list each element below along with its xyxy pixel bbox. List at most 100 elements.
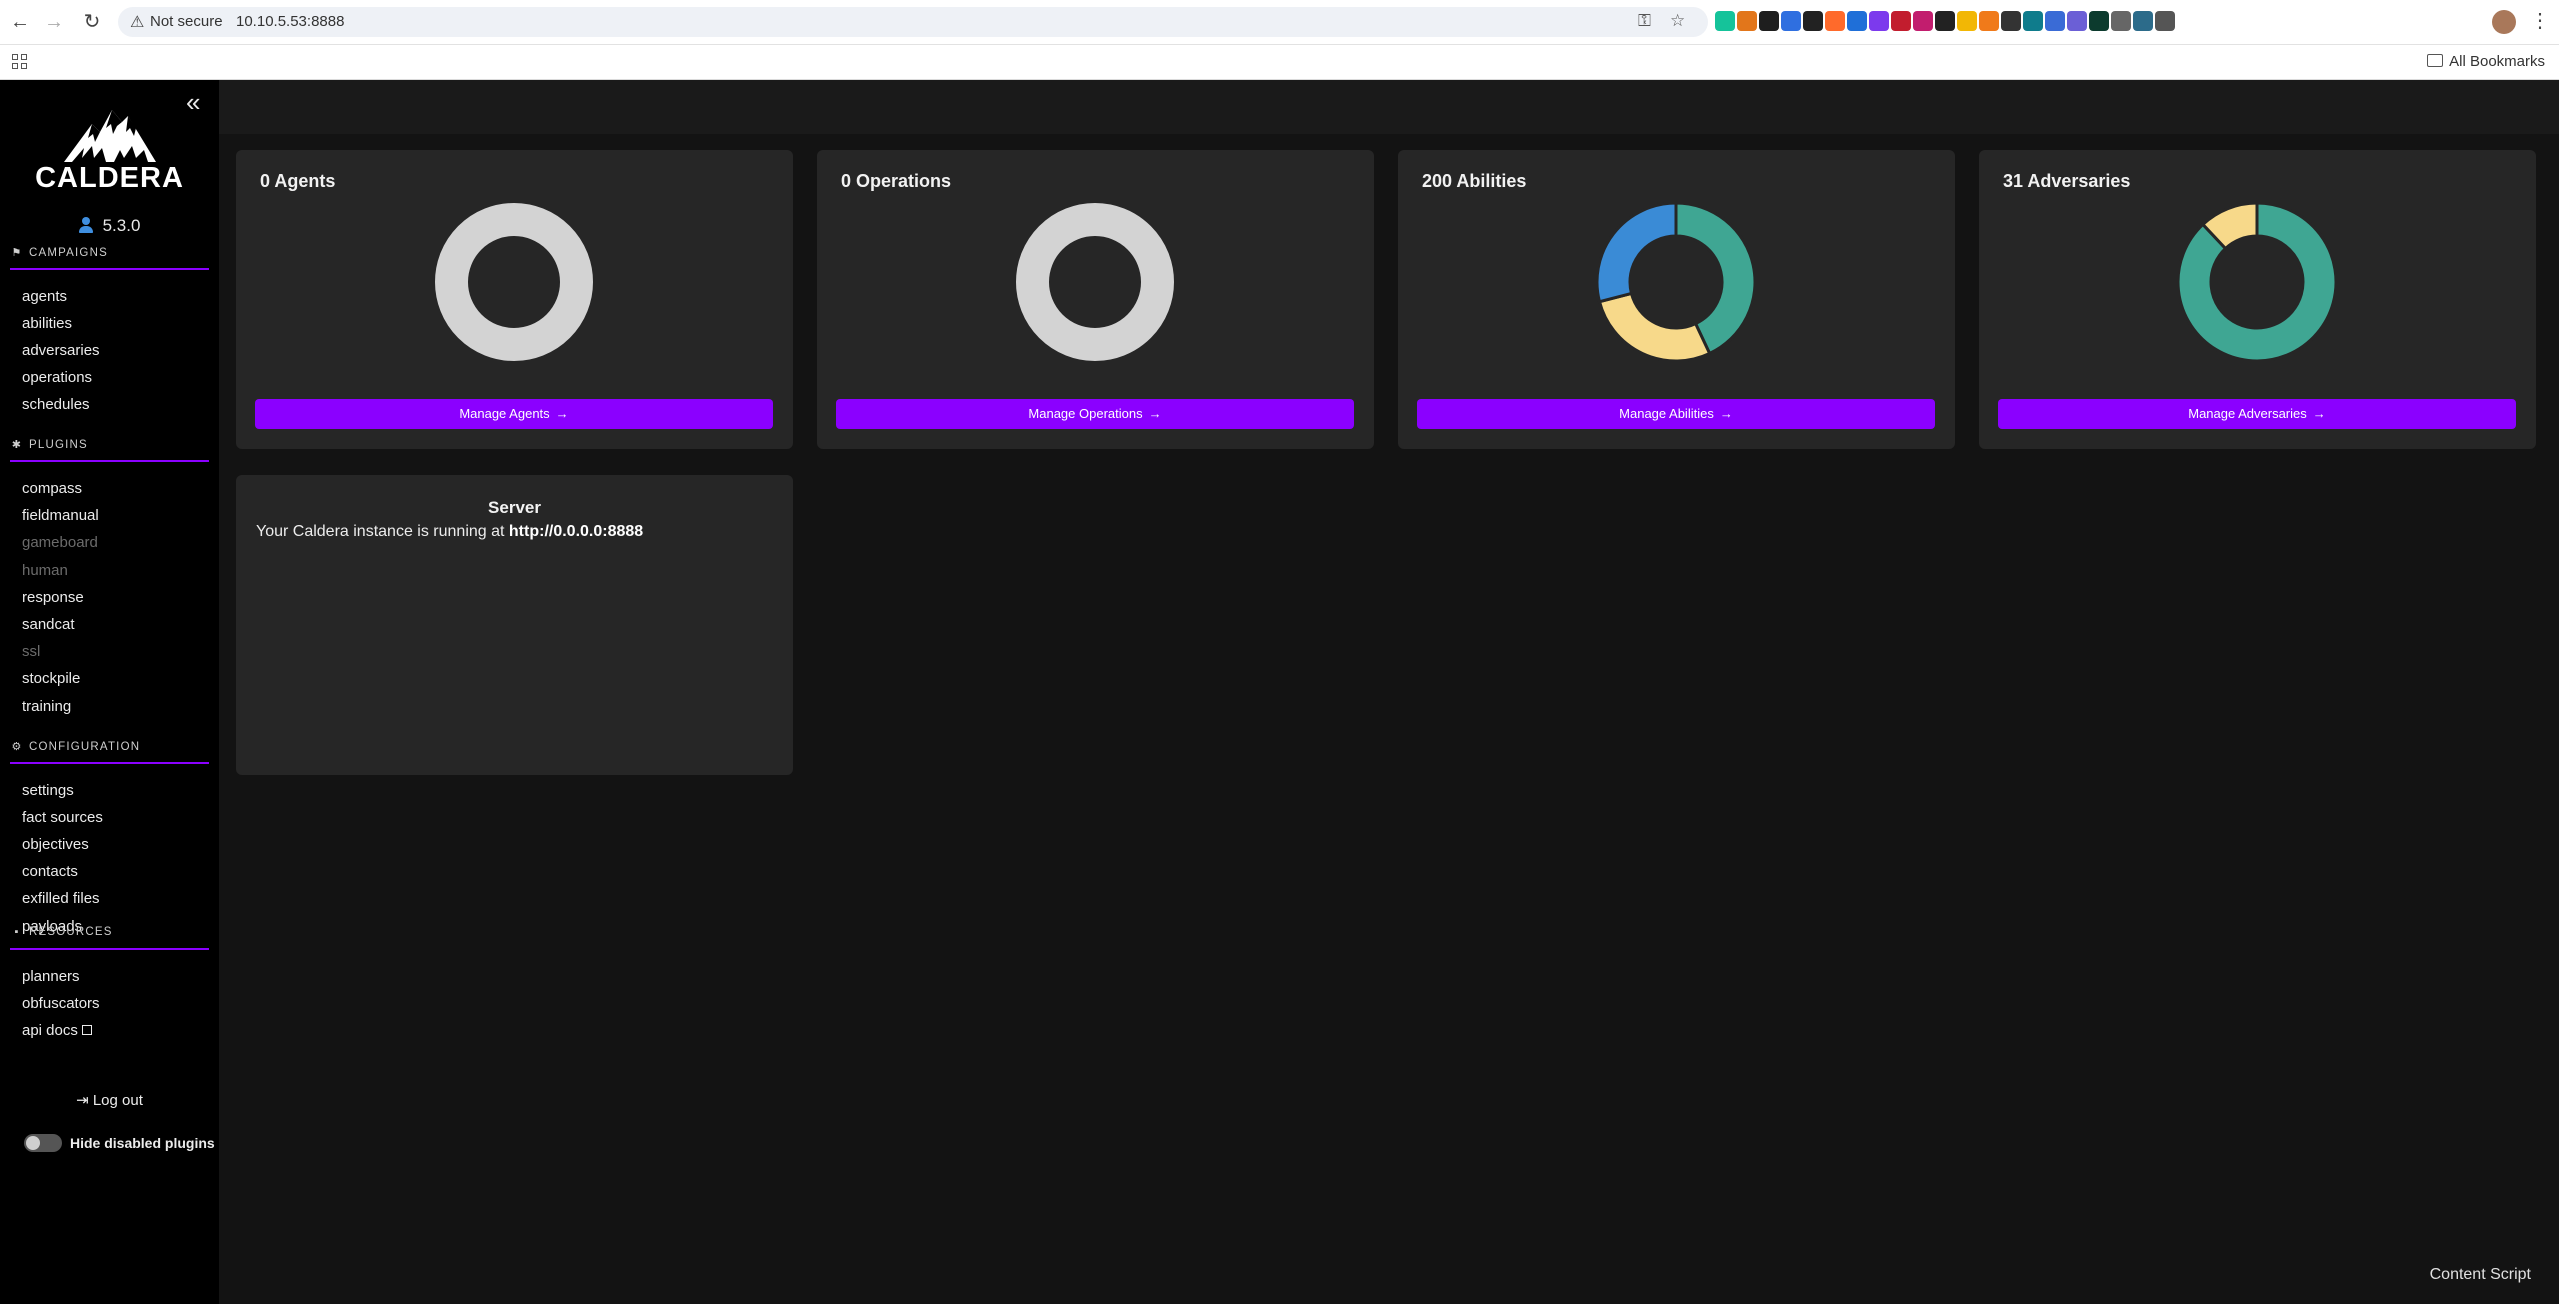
- sidebar-item-label: fact sources: [22, 809, 103, 826]
- profile-avatar[interactable]: [2492, 10, 2516, 34]
- section-plugins: ✱ PLUGINS: [10, 438, 209, 462]
- section-campaigns: ⚑ CAMPAIGNS: [10, 246, 209, 270]
- sidebar-item-contacts[interactable]: contacts: [22, 863, 78, 880]
- sidebar-item-fact-sources[interactable]: fact sources: [22, 809, 103, 826]
- blue-wing-icon[interactable]: [2045, 11, 2065, 31]
- sidebar-item-label: compass: [22, 480, 83, 497]
- sidebar-item-label: settings: [22, 782, 74, 799]
- stat-card: 31 Adversaries Manage Adversaries →: [1979, 150, 2536, 449]
- arrow-right-icon: →: [1719, 406, 1733, 421]
- card-title: 200 Abilities: [1422, 171, 1527, 191]
- sidebar-item-stockpile[interactable]: stockpile: [22, 670, 80, 687]
- sidebar-item-settings[interactable]: settings: [22, 782, 74, 799]
- toggle-knob: [26, 1136, 40, 1150]
- hide-disabled-toggle[interactable]: [24, 1134, 62, 1152]
- checker-icon[interactable]: [1781, 11, 1801, 31]
- url-text[interactable]: 10.10.5.53:8888: [236, 13, 344, 30]
- manage-button-label: Manage Abilities: [1619, 406, 1714, 421]
- metamask-icon[interactable]: [1737, 11, 1757, 31]
- sidebar-item-agents[interactable]: agents: [22, 288, 67, 305]
- colorwheel-icon[interactable]: [1957, 11, 1977, 31]
- terminal-icon[interactable]: [2089, 11, 2109, 31]
- sidebar-item-operations[interactable]: operations: [22, 369, 92, 386]
- section-label-text: PLUGINS: [29, 439, 88, 451]
- puzzle-icon[interactable]: [2155, 11, 2175, 31]
- donut-chart: [1016, 203, 1174, 361]
- card-title: 31 Adversaries: [2003, 171, 2131, 191]
- sidebar-item-obfuscators[interactable]: obfuscators: [22, 995, 100, 1012]
- sidebar-item-exfilled-files[interactable]: exfilled files: [22, 890, 100, 907]
- apps-grid-icon[interactable]: [12, 54, 28, 70]
- logout-button[interactable]: ⇥ Log out: [0, 1091, 219, 1109]
- sidebar-item-label: fieldmanual: [22, 507, 99, 524]
- dots-icon[interactable]: [2001, 11, 2021, 31]
- sidebar-item-label: stockpile: [22, 670, 81, 687]
- sidebar-item-api-docs[interactable]: api docs: [22, 1022, 92, 1039]
- arrow-right-icon: →: [1148, 406, 1162, 421]
- top-bar: [219, 80, 2559, 134]
- logout-label: Log out: [92, 1092, 143, 1109]
- manage-button[interactable]: Manage Agents →: [255, 399, 773, 429]
- key-icon[interactable]: ⚿: [1638, 11, 1651, 31]
- sidebar-item-human[interactable]: human: [22, 562, 68, 579]
- sidebar-item-response[interactable]: response: [22, 589, 84, 606]
- purple-tag-icon[interactable]: [1869, 11, 1889, 31]
- all-bookmarks-button[interactable]: All Bookmarks: [2427, 53, 2545, 70]
- server-card: Server Your Caldera instance is running …: [236, 475, 793, 775]
- donut-segment[interactable]: [1597, 291, 1712, 362]
- sidebar-item-fieldmanual[interactable]: fieldmanual: [22, 507, 99, 524]
- grammarly-icon[interactable]: [1715, 11, 1735, 31]
- bookmark-star-icon[interactable]: ☆: [1670, 11, 1685, 31]
- forward-arrow-icon[interactable]: →: [42, 10, 66, 34]
- sidebar-item-sandcat[interactable]: sandcat: [22, 616, 75, 633]
- browser-menu-icon[interactable]: ⋮: [2530, 8, 2550, 33]
- puzzle-dark-icon[interactable]: [1803, 11, 1823, 31]
- donut-segment[interactable]: [435, 203, 593, 361]
- collapse-sidebar-icon[interactable]: «: [186, 89, 200, 115]
- server-message: Your Caldera instance is running at http…: [256, 523, 643, 541]
- orange-square-icon[interactable]: [1979, 11, 1999, 31]
- shield-red-icon[interactable]: [1891, 11, 1911, 31]
- section-configuration: ⚙ CONFIGURATION: [10, 740, 209, 764]
- sidebar-item-adversaries[interactable]: adversaries: [22, 342, 100, 359]
- sidebar-item-label: objectives: [22, 836, 89, 853]
- back-arrow-icon[interactable]: ←: [8, 10, 32, 34]
- server-address: http://0.0.0.0:8888: [508, 523, 644, 540]
- manage-button[interactable]: Manage Abilities →: [1417, 399, 1935, 429]
- sidebar-item-objectives[interactable]: objectives: [22, 836, 89, 853]
- sidebar-item-label: gameboard: [22, 534, 98, 551]
- caldera-logo-icon: [64, 110, 156, 162]
- sidebar-item-label: sandcat: [22, 616, 75, 633]
- teal-circle-icon[interactable]: [2023, 11, 2043, 31]
- fox-icon[interactable]: [1825, 11, 1845, 31]
- binance-icon[interactable]: [1759, 11, 1779, 31]
- sidebar-item-label: obfuscators: [22, 995, 100, 1012]
- mic-icon[interactable]: [2111, 11, 2131, 31]
- purple-blob-icon[interactable]: [2067, 11, 2087, 31]
- sidebar-item-ssl[interactable]: ssl: [22, 643, 40, 660]
- book-icon: ▪: [14, 926, 20, 938]
- sidebar-item-schedules[interactable]: schedules: [22, 396, 90, 413]
- u-circle-icon[interactable]: [1913, 11, 1933, 31]
- stat-card: 0 Operations Manage Operations →: [817, 150, 1374, 449]
- manage-button[interactable]: Manage Operations →: [836, 399, 1354, 429]
- cat-icon[interactable]: [1935, 11, 1955, 31]
- tile-icon[interactable]: [2133, 11, 2153, 31]
- sidebar-item-abilities[interactable]: abilities: [22, 315, 72, 332]
- sidebar-item-planners[interactable]: planners: [22, 968, 80, 985]
- address-bar[interactable]: ⚠ Not secure 10.10.5.53:8888 ⚿ ☆: [118, 7, 1708, 37]
- all-bookmarks-label: All Bookmarks: [2449, 53, 2545, 70]
- sidebar-item-label: abilities: [22, 315, 73, 332]
- sidebar-item-gameboard[interactable]: gameboard: [22, 534, 98, 551]
- manage-button[interactable]: Manage Adversaries →: [1998, 399, 2516, 429]
- sidebar-item-training[interactable]: training: [22, 698, 71, 715]
- donut-segment[interactable]: [1016, 203, 1174, 361]
- sidebar-item-label: planners: [22, 968, 80, 985]
- donut-segment[interactable]: [1596, 202, 1678, 304]
- reload-icon[interactable]: ↻: [80, 10, 104, 34]
- sidebar-item-compass[interactable]: compass: [22, 480, 82, 497]
- sidebar-item-label: adversaries: [22, 342, 100, 359]
- v-icon[interactable]: [1847, 11, 1867, 31]
- section-label-text: RESOURCES: [29, 926, 113, 938]
- version-number: 5.3.0: [102, 216, 141, 235]
